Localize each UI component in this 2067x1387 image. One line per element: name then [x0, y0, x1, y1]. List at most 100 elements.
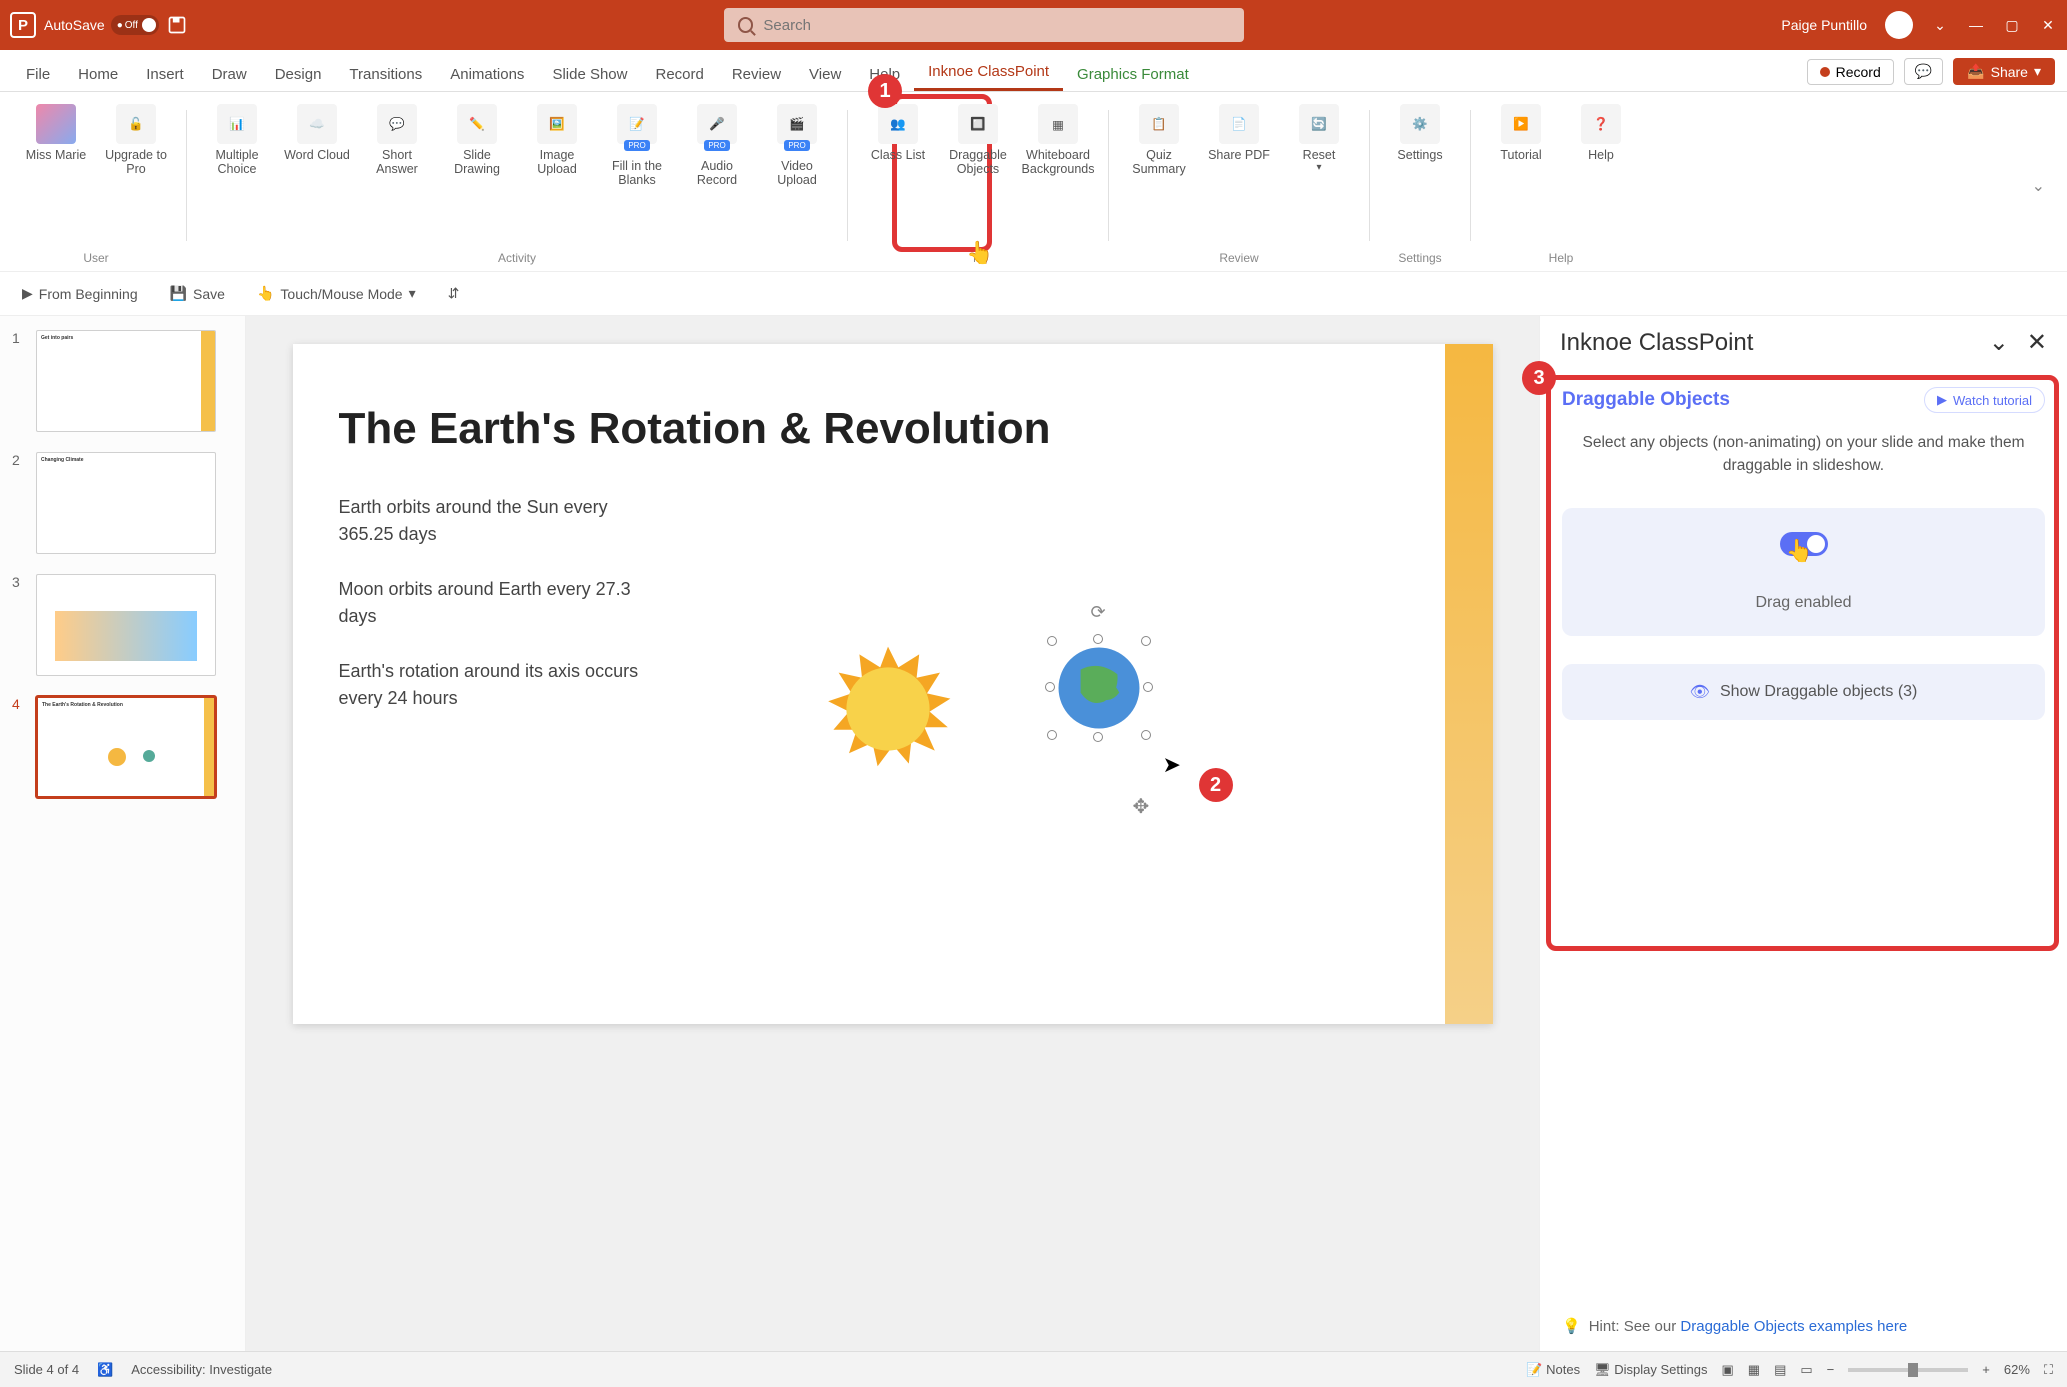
thumb-row-3[interactable]: 3 [12, 574, 233, 676]
tabs-right: Record 💬 📤 Share ▾ [1807, 58, 2055, 91]
tabs-bar: File Home Insert Draw Design Transitions… [0, 50, 2067, 92]
word-cloud-button[interactable]: ☁️Word Cloud [279, 100, 355, 191]
user-avatar[interactable] [1885, 11, 1913, 39]
save-icon[interactable] [167, 15, 187, 35]
quickbar-more-icon[interactable]: ⇵ [440, 281, 468, 306]
share-button[interactable]: 📤 Share ▾ [1953, 58, 2055, 85]
tab-animations[interactable]: Animations [436, 58, 538, 91]
from-beginning-button[interactable]: ▶ From Beginning [14, 281, 146, 306]
cursor-pointer-icon: 👆 [966, 240, 993, 266]
ribbon-collapse-icon[interactable]: ⌄ [2032, 176, 2055, 196]
audio-record-button[interactable]: 🎤PROAudio Record [679, 100, 755, 191]
zoom-out-button[interactable]: − [1827, 1362, 1835, 1377]
view-reading-icon[interactable]: ▤ [1774, 1362, 1786, 1378]
slide-text-2[interactable]: Moon orbits around Earth every 27.3 days [339, 576, 639, 630]
slide-text-3[interactable]: Earth's rotation around its axis occurs … [339, 658, 639, 712]
classpoint-panel: Inknoe ClassPoint ⌄ ✕ 3 Draggable Object… [1539, 316, 2067, 1351]
group-label-user: User [83, 251, 108, 271]
comments-button[interactable]: 💬 [1904, 58, 1943, 85]
quick-access-bar: ▶ From Beginning 💾 Save 👆 Touch/Mouse Mo… [0, 272, 2067, 316]
thumb-row-2[interactable]: 2 Changing Climate [12, 452, 233, 554]
show-draggable-button[interactable]: 👁 Show Draggable objects (3) [1562, 664, 2045, 720]
search-input[interactable] [763, 17, 1230, 34]
class-list-button[interactable]: 👥Class List [860, 100, 936, 180]
thumb-row-4[interactable]: 4 The Earth's Rotation & Revolution [12, 696, 233, 798]
tab-file[interactable]: File [12, 58, 64, 91]
fit-window-icon[interactable]: ⛶ [2044, 1362, 2053, 1378]
short-answer-button[interactable]: 💬Short Answer [359, 100, 435, 191]
ribbon-group-user: Miss Marie 🔓Upgrade to Pro User [12, 100, 180, 271]
quiz-summary-button[interactable]: 📋Quiz Summary [1121, 100, 1197, 180]
display-settings-button[interactable]: 🖥 Display Settings [1594, 1362, 1707, 1378]
view-sorter-icon[interactable]: ▦ [1748, 1362, 1760, 1378]
thumbnail-panel[interactable]: 1 Get into pairs 2 Changing Climate 3 4 … [0, 316, 246, 1351]
fill-blanks-button[interactable]: 📝PROFill in the Blanks [599, 100, 675, 191]
tab-draw[interactable]: Draw [198, 58, 261, 91]
miss-marie-button[interactable]: Miss Marie [18, 100, 94, 180]
slide-editor[interactable]: The Earth's Rotation & Revolution Earth … [246, 316, 1539, 1351]
share-pdf-button[interactable]: 📄Share PDF [1201, 100, 1277, 180]
eye-icon: 👁 [1690, 682, 1710, 702]
panel-collapse-icon[interactable]: ⌄ [1989, 328, 2009, 357]
tab-inknoe-classpoint[interactable]: Inknoe ClassPoint [914, 55, 1063, 91]
rotate-handle-icon[interactable]: ⟳ [1091, 602, 1106, 623]
slide-text-1[interactable]: Earth orbits around the Sun every 365.25… [339, 494, 639, 548]
slide-thumb-2[interactable]: Changing Climate [36, 452, 216, 554]
settings-button[interactable]: ⚙️Settings [1382, 100, 1458, 166]
zoom-level[interactable]: 62% [2004, 1362, 2030, 1377]
tab-home[interactable]: Home [64, 58, 132, 91]
help-button[interactable]: ❓Help [1563, 100, 1639, 166]
tutorial-button[interactable]: ▶️Tutorial [1483, 100, 1559, 166]
watch-tutorial-button[interactable]: ▶ Watch tutorial [1924, 387, 2045, 413]
view-normal-icon[interactable]: ▣ [1721, 1362, 1733, 1378]
image-upload-button[interactable]: 🖼️Image Upload [519, 100, 595, 191]
autosave-toggle[interactable]: ● Off [111, 15, 159, 35]
tab-slideshow[interactable]: Slide Show [538, 58, 641, 91]
zoom-in-button[interactable]: + [1982, 1362, 1990, 1377]
touch-mouse-button[interactable]: 👆 Touch/Mouse Mode ▾ [249, 281, 424, 306]
draggable-objects-button[interactable]: 🔲Draggable Objects [940, 100, 1016, 180]
slide-thumb-3[interactable] [36, 574, 216, 676]
video-upload-button[interactable]: 🎬PROVideo Upload [759, 100, 835, 191]
tab-insert[interactable]: Insert [132, 58, 198, 91]
slide-drawing-button[interactable]: ✏️Slide Drawing [439, 100, 515, 191]
earth-graphic-selected[interactable]: ⟳ [1053, 642, 1145, 734]
ribbon-group-settings: ⚙️Settings Settings [1376, 100, 1464, 271]
slide-thumb-1[interactable]: Get into pairs [36, 330, 216, 432]
powerpoint-icon: P [10, 12, 36, 38]
accessibility-icon[interactable]: ♿ [97, 1362, 113, 1378]
maximize-icon[interactable]: ▢ [2003, 16, 2021, 34]
tab-record[interactable]: Record [641, 58, 717, 91]
hint-link[interactable]: Draggable Objects examples here [1680, 1318, 1907, 1335]
callout-3: 3 [1522, 361, 1556, 395]
zoom-slider[interactable] [1848, 1368, 1968, 1372]
slide-canvas[interactable]: The Earth's Rotation & Revolution Earth … [293, 344, 1493, 1024]
notes-button[interactable]: 📝 Notes [1526, 1362, 1580, 1378]
move-handle-icon: ✥ [1133, 794, 1150, 819]
save-button[interactable]: 💾 Save [162, 281, 233, 306]
tab-design[interactable]: Design [261, 58, 336, 91]
panel-close-icon[interactable]: ✕ [2027, 328, 2047, 357]
ribbon: 1 Miss Marie 🔓Upgrade to Pro User 📊Multi… [0, 92, 2067, 272]
autosave-control[interactable]: AutoSave ● Off [44, 15, 159, 35]
thumb-row-1[interactable]: 1 Get into pairs [12, 330, 233, 432]
close-icon[interactable]: ✕ [2039, 16, 2057, 34]
minimize-icon[interactable]: — [1967, 16, 1985, 34]
slide-title[interactable]: The Earth's Rotation & Revolution [293, 344, 1493, 454]
whiteboard-bg-button[interactable]: ▦Whiteboard Backgrounds [1020, 100, 1096, 180]
tab-transitions[interactable]: Transitions [335, 58, 436, 91]
slide-thumb-4[interactable]: The Earth's Rotation & Revolution [36, 696, 216, 798]
search-box[interactable] [724, 8, 1244, 42]
tab-view[interactable]: View [795, 58, 855, 91]
title-bar: P AutoSave ● Off Paige Puntillo ⌄ — ▢ ✕ [0, 0, 2067, 50]
accessibility-status[interactable]: Accessibility: Investigate [131, 1362, 272, 1377]
tab-graphics-format[interactable]: Graphics Format [1063, 58, 1203, 91]
ribbon-display-icon[interactable]: ⌄ [1931, 16, 1949, 34]
record-button[interactable]: Record [1807, 59, 1894, 85]
upgrade-button[interactable]: 🔓Upgrade to Pro [98, 100, 174, 180]
sun-graphic[interactable] [823, 644, 953, 774]
view-slideshow-icon[interactable]: ▭ [1800, 1362, 1812, 1378]
multiple-choice-button[interactable]: 📊Multiple Choice [199, 100, 275, 191]
tab-review[interactable]: Review [718, 58, 795, 91]
reset-button[interactable]: 🔄Reset▾ [1281, 100, 1357, 180]
